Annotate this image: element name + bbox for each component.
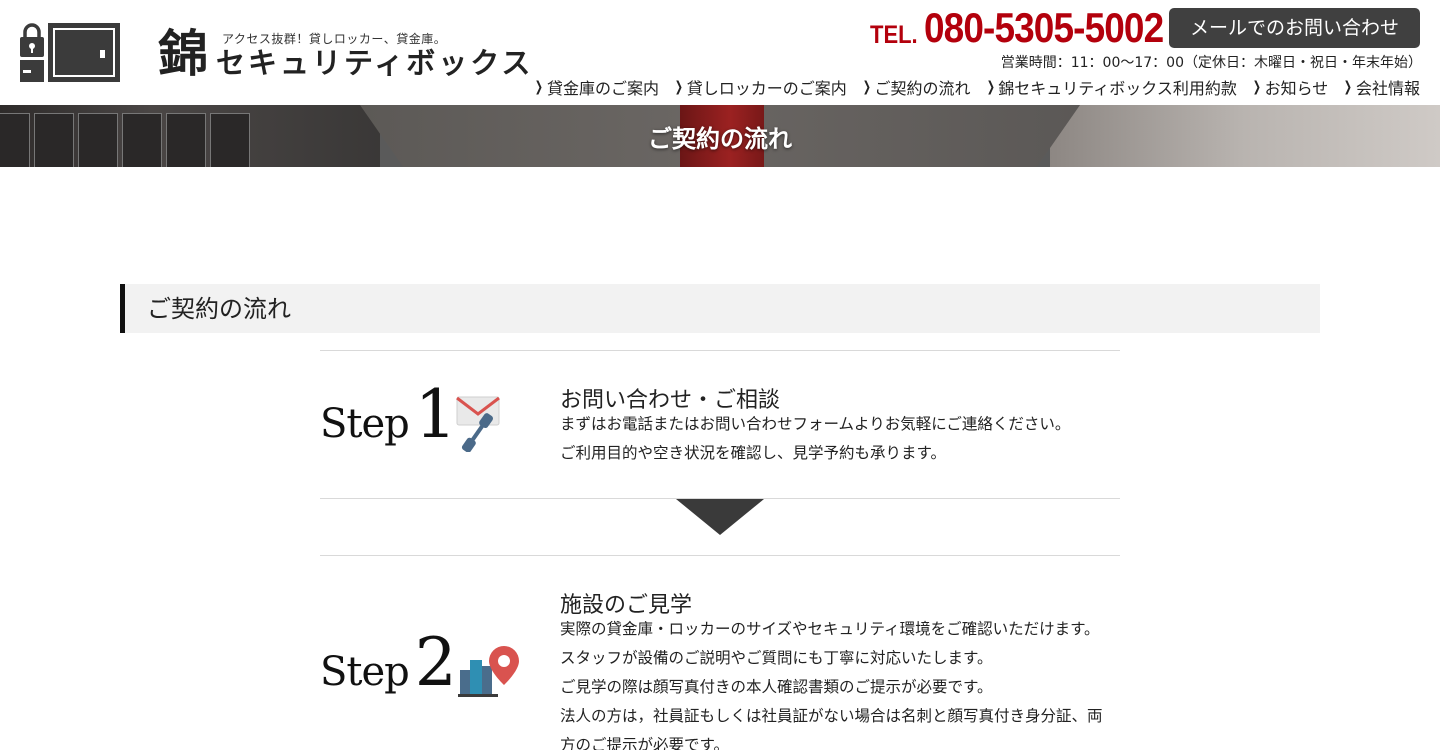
chevron-right-icon: ❯	[535, 79, 544, 95]
step-1-label: Step1	[320, 376, 457, 453]
mail-phone-icon	[456, 394, 518, 456]
step-desc-line: ご利用目的や空き状況を確認し、見学予約も承ります。	[560, 444, 946, 462]
step-word: Step	[320, 401, 410, 447]
nav-item-label: 貸しロッカーのご案内	[686, 79, 847, 98]
phone-number[interactable]: TEL. 080-5305-5002	[870, 4, 1196, 52]
site-header: 錦 アクセス抜群！貸しロッカー、貸金庫。 セキュリティボックス TEL. 080…	[0, 0, 1440, 105]
step-desc-line: スタッフが設備のご説明やご質問にも丁寧に対応いたします。	[560, 649, 993, 667]
nav-item-terms[interactable]: ❯ 錦セキュリティボックス利用約款	[985, 75, 1237, 99]
mail-inquiry-button[interactable]: メールでのお問い合わせ	[1169, 8, 1420, 48]
main-nav: ❯ 貸金庫のご案内 ❯ 貸しロッカーのご案内 ❯ ご契約の流れ ❯ 錦セキュリテ…	[533, 75, 1420, 99]
page-hero-banner: ご契約の流れ	[0, 105, 1440, 167]
step-desc-line: 法人の方は，社員証もしくは社員証がない場合は名刺と顔写真付き身分証、両	[560, 707, 1103, 725]
nav-item-news[interactable]: ❯ お知らせ	[1251, 75, 1329, 99]
nav-item-label: 貸金庫のご案内	[547, 79, 660, 98]
tel-label: TEL.	[870, 20, 918, 49]
locker-logo-icon	[20, 22, 120, 84]
step-desc-line: ご見学の際は顔写真付きの本人確認書類のご提示が必要です。	[560, 678, 993, 696]
tel-number[interactable]: 080-5305-5002	[924, 4, 1164, 52]
nav-item-lockers[interactable]: ❯ 貸しロッカーのご案内	[673, 75, 847, 99]
section-heading: ご契約の流れ	[120, 284, 1320, 333]
down-arrow-icon	[676, 499, 764, 535]
step-2-label: Step2	[320, 624, 457, 701]
section-heading-text: ご契約の流れ	[147, 295, 291, 323]
chevron-right-icon: ❯	[1344, 79, 1353, 95]
divider	[320, 555, 1120, 556]
chevron-right-icon: ❯	[862, 79, 871, 95]
page-title: ご契約の流れ	[648, 125, 792, 153]
step-1-description: まずはお電話またはお問い合わせフォームよりお気軽にご連絡ください。 ご利用目的や…	[560, 410, 1130, 468]
step-number: 1	[414, 376, 457, 453]
site-logo[interactable]: 錦 アクセス抜群！貸しロッカー、貸金庫。 セキュリティボックス	[20, 22, 530, 84]
chevron-right-icon: ❯	[1252, 79, 1261, 95]
logo-kanji: 錦	[158, 24, 208, 83]
step-desc-line: 実際の貸金庫・ロッカーのサイズやセキュリティ環境をご確認いただけます。	[560, 620, 1100, 638]
nav-item-label: ご契約の流れ	[874, 79, 971, 98]
chevron-right-icon: ❯	[674, 79, 684, 95]
step-desc-line: 方のご提示が必要です。	[560, 736, 729, 750]
logo-name: セキュリティボックス	[216, 46, 534, 80]
logo-tagline: アクセス抜群！貸しロッカー、貸金庫。	[222, 32, 447, 46]
nav-item-label: 錦セキュリティボックス利用約款	[998, 79, 1237, 98]
step-desc-line: まずはお電話またはお問い合わせフォームよりお気軽にご連絡ください。	[560, 415, 1071, 433]
building-location-icon	[458, 644, 522, 704]
chevron-right-icon: ❯	[986, 79, 995, 95]
divider	[320, 350, 1120, 351]
nav-item-safe-deposit[interactable]: ❯ 貸金庫のご案内	[533, 75, 659, 99]
nav-item-contract-flow[interactable]: ❯ ご契約の流れ	[861, 75, 971, 99]
nav-item-company[interactable]: ❯ 会社情報	[1342, 75, 1420, 99]
step-number: 2	[414, 624, 457, 701]
nav-item-label: 会社情報	[1355, 79, 1420, 98]
step-word: Step	[320, 649, 410, 695]
step-2-description: 実際の貸金庫・ロッカーのサイズやセキュリティ環境をご確認いただけます。 スタッフ…	[560, 615, 1130, 750]
business-hours: 営業時間：11：00〜17：00（定休日：木曜日・祝日・年末年始）	[1000, 55, 1422, 71]
nav-item-label: お知らせ	[1264, 79, 1329, 98]
